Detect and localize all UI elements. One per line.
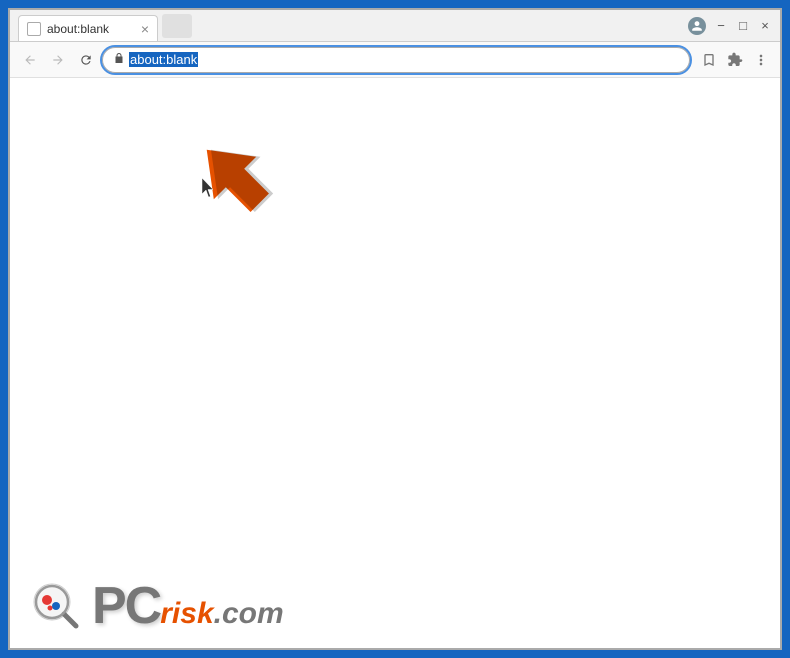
menu-icon[interactable]	[750, 49, 772, 71]
new-tab-button[interactable]	[162, 14, 192, 38]
pcrisk-text: PC risk .com	[92, 580, 284, 632]
secure-icon	[113, 52, 125, 67]
browser-window: about:blank × − □ ×	[8, 8, 782, 650]
address-text: about:blank	[129, 52, 679, 67]
tab-title: about:blank	[47, 22, 109, 36]
nav-bar: about:blank	[10, 42, 780, 78]
dot-com-text: .com	[214, 597, 284, 631]
pcrisk-logo-icon	[30, 580, 82, 632]
tab-close-button[interactable]: ×	[141, 21, 149, 37]
tab-area: about:blank ×	[18, 10, 684, 41]
title-bar: about:blank × − □ ×	[10, 10, 780, 42]
reload-button[interactable]	[74, 48, 98, 72]
profile-button[interactable]	[688, 17, 706, 35]
address-selected-text: about:blank	[129, 52, 198, 67]
close-button[interactable]: ×	[758, 19, 772, 33]
orange-arrow-indicator	[190, 133, 280, 223]
bookmark-icon[interactable]	[698, 49, 720, 71]
risk-text: risk	[160, 597, 213, 631]
nav-right-icons	[698, 49, 772, 71]
minimize-button[interactable]: −	[714, 19, 728, 33]
pc-letters-text: PC	[92, 580, 160, 632]
address-bar[interactable]: about:blank	[102, 47, 690, 73]
extension-icon[interactable]	[724, 49, 746, 71]
maximize-button[interactable]: □	[736, 19, 750, 33]
forward-button[interactable]	[46, 48, 70, 72]
back-button[interactable]	[18, 48, 42, 72]
active-tab[interactable]: about:blank ×	[18, 15, 158, 41]
window-controls: − □ ×	[714, 19, 772, 33]
content-area: PC risk .com	[10, 78, 780, 648]
tab-page-icon	[27, 22, 41, 36]
mouse-cursor	[202, 178, 216, 203]
watermark: PC risk .com	[30, 580, 284, 632]
